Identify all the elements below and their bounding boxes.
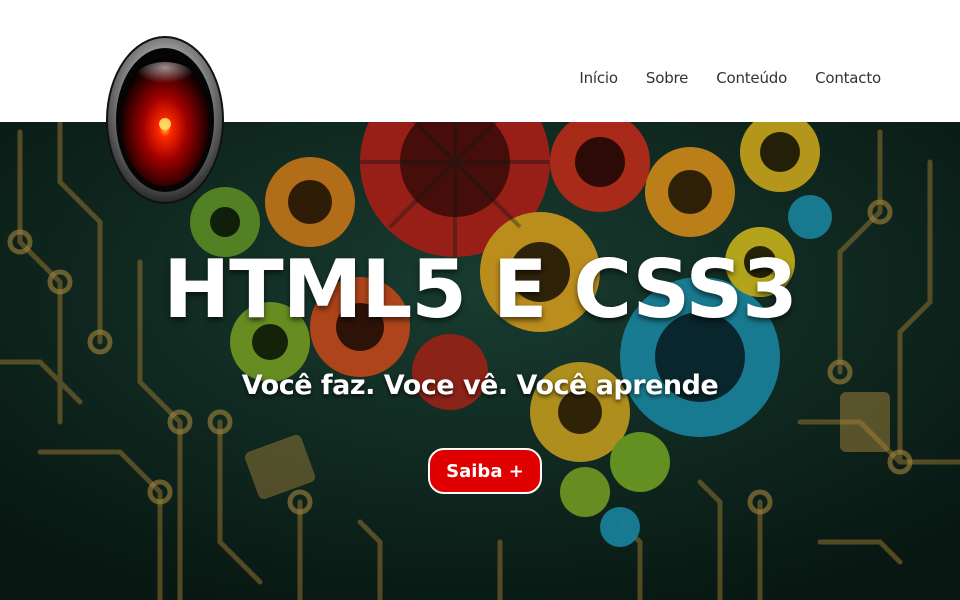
hal-9000-eye-icon[interactable] bbox=[106, 36, 224, 204]
nav-link-inicio[interactable]: Início bbox=[579, 69, 618, 87]
hero-subtitle: Você faz. Voce vê. Você aprende bbox=[241, 370, 719, 401]
page: Início Sobre Conteúdo Contacto HTML5 E C… bbox=[0, 0, 960, 600]
nav-link-contacto[interactable]: Contacto bbox=[815, 69, 881, 87]
main-nav: Início Sobre Conteúdo Contacto bbox=[551, 69, 881, 87]
nav-link-conteudo[interactable]: Conteúdo bbox=[716, 69, 787, 87]
hero-title: HTML5 E CSS3 bbox=[163, 243, 798, 336]
saiba-mais-button[interactable]: Saiba + bbox=[428, 448, 542, 494]
nav-link-sobre[interactable]: Sobre bbox=[646, 69, 688, 87]
